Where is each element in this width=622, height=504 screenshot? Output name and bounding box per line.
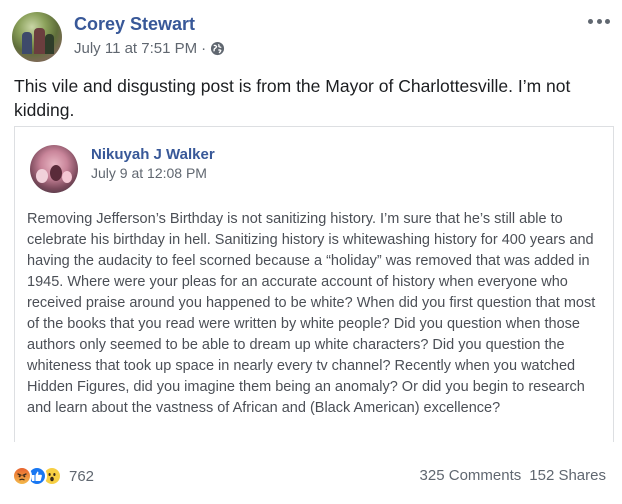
shared-author-name[interactable]: Nikuyah J Walker (91, 146, 215, 163)
more-options-icon[interactable] (588, 14, 610, 28)
post-footer: 762 325 Comments 152 Shares (0, 456, 622, 504)
shares-count[interactable]: 152 Shares (529, 467, 606, 484)
shared-post-timestamp[interactable]: July 9 at 12:08 PM (91, 165, 207, 181)
facebook-post: Corey Stewart July 11 at 7:51 PM · This … (0, 0, 622, 504)
angry-icon (12, 466, 32, 486)
post-meta: July 11 at 7:51 PM · (74, 40, 225, 57)
author-name[interactable]: Corey Stewart (74, 14, 195, 35)
post-timestamp[interactable]: July 11 at 7:51 PM (74, 40, 197, 57)
globe-icon[interactable] (210, 41, 225, 56)
meta-separator: · (201, 40, 207, 57)
reaction-count[interactable]: 762 (69, 468, 94, 485)
reactions-summary[interactable]: 762 (12, 464, 94, 488)
shared-post-text: Removing Jefferson’s Birthday is not san… (27, 211, 596, 416)
comments-count[interactable]: 325 Comments (420, 467, 522, 484)
shared-author-avatar[interactable] (30, 145, 78, 193)
shared-post[interactable]: Nikuyah J Walker July 9 at 12:08 PM Remo… (14, 126, 614, 442)
post-text: This vile and disgusting post is from th… (14, 76, 571, 120)
author-avatar[interactable] (12, 12, 62, 62)
post-stats: 325 Comments 152 Shares (420, 467, 606, 484)
